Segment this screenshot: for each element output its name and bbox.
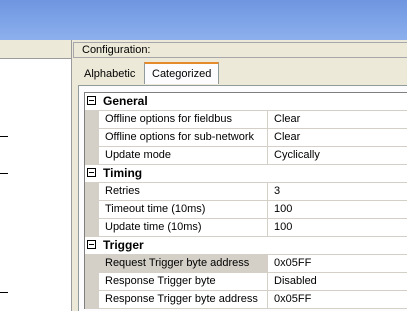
property-row[interactable]: Timeout time (10ms) 100 — [85, 201, 407, 219]
property-grid-frame: General Offline options for fieldbus Cle… — [78, 85, 407, 311]
property-value[interactable]: Clear — [274, 111, 300, 128]
property-name: Timeout time (10ms) — [99, 201, 268, 218]
configuration-header: Configuration: — [73, 42, 407, 58]
property-value[interactable]: 0x05FF — [274, 291, 311, 308]
property-name: Update time (10ms) — [99, 219, 268, 236]
property-row[interactable]: Update time (10ms) 100 — [85, 219, 407, 237]
property-name: Response Trigger byte — [99, 273, 268, 290]
collapse-icon[interactable] — [87, 240, 96, 249]
collapse-icon[interactable] — [87, 168, 96, 177]
left-pane-divider — [0, 136, 8, 137]
property-value[interactable]: 100 — [274, 201, 292, 218]
property-value[interactable]: 3 — [274, 183, 280, 200]
category-general[interactable]: General — [85, 93, 407, 111]
property-value[interactable]: Disabled — [274, 273, 317, 290]
property-row[interactable]: Response Trigger byte address 0x05FF — [85, 291, 407, 309]
property-value[interactable]: 100 — [274, 219, 292, 236]
property-name: Update mode — [99, 147, 268, 164]
tab-categorized[interactable]: Categorized — [144, 62, 220, 84]
left-pane — [0, 40, 72, 311]
property-value[interactable]: Cyclically — [274, 147, 320, 164]
property-grid: General Offline options for fieldbus Cle… — [84, 92, 407, 309]
property-name: Offline options for fieldbus — [99, 111, 268, 128]
property-row[interactable]: Update mode Cyclically — [85, 147, 407, 165]
property-value[interactable]: 0x05FF — [274, 255, 311, 272]
configuration-pane: Configuration: Alphabetic Categorized Ge… — [73, 40, 407, 311]
property-row[interactable]: Offline options for fieldbus Clear — [85, 111, 407, 129]
category-label: General — [103, 94, 148, 108]
left-pane-divider — [0, 292, 8, 293]
property-name: Offline options for sub-network — [99, 129, 268, 146]
category-label: Trigger — [103, 238, 144, 252]
property-row-selected[interactable]: Request Trigger byte address 0x05FF — [85, 255, 407, 273]
tab-alphabetic[interactable]: Alphabetic — [78, 66, 141, 84]
property-row[interactable]: Offline options for sub-network Clear — [85, 129, 407, 147]
property-name: Retries — [99, 183, 268, 200]
category-trigger[interactable]: Trigger — [85, 237, 407, 255]
collapse-icon[interactable] — [87, 96, 96, 105]
left-pane-header — [0, 40, 71, 59]
property-row[interactable]: Retries 3 — [85, 183, 407, 201]
category-timing[interactable]: Timing — [85, 165, 407, 183]
left-pane-divider — [0, 173, 8, 174]
property-row[interactable]: Response Trigger byte Disabled — [85, 273, 407, 291]
property-name: Request Trigger byte address — [99, 255, 268, 272]
property-name: Response Trigger byte address — [99, 291, 268, 308]
category-label: Timing — [103, 166, 143, 180]
window-title-bar — [0, 0, 407, 40]
property-value[interactable]: Clear — [274, 129, 300, 146]
